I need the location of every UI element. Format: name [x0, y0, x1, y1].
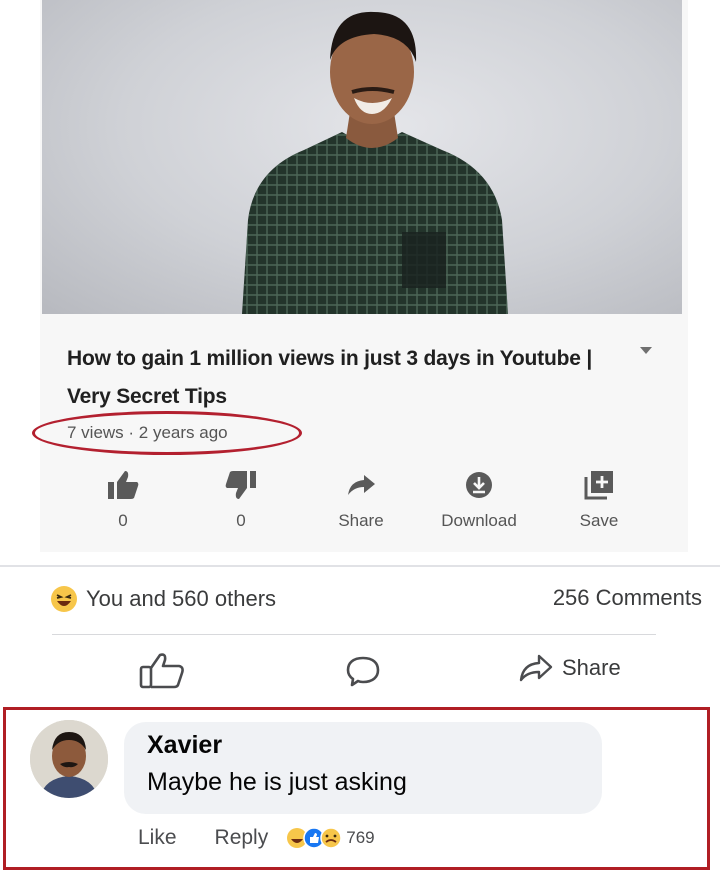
reaction-emojis-icon: [287, 827, 342, 849]
avatar[interactable]: [30, 720, 108, 798]
video-meta: 7 views · 2 years ago: [67, 423, 228, 442]
comment-like-button[interactable]: Like: [138, 826, 177, 850]
video-thumbnail[interactable]: [42, 0, 682, 314]
avatar-portrait-illustration: [30, 720, 108, 798]
comment-reactions[interactable]: 769: [286, 827, 375, 849]
thumbs-up-icon: [68, 465, 178, 505]
video-action-bar: 0 0 Share Download Save: [40, 465, 688, 545]
post-action-bar: Share: [0, 645, 720, 695]
haha-emoji-icon: [51, 586, 77, 612]
download-icon: [424, 465, 534, 505]
video-title[interactable]: How to gain 1 million views in just 3 da…: [67, 340, 607, 416]
share-label: Share: [338, 511, 384, 530]
comment-reply-button[interactable]: Reply: [215, 826, 269, 850]
save-button[interactable]: Save: [544, 465, 654, 531]
like-outline-icon: [139, 653, 184, 689]
dislike-count: 0: [236, 511, 246, 530]
comment-reaction-count: 769: [346, 828, 375, 847]
post-share-button[interactable]: Share: [518, 653, 621, 683]
actions-divider: [52, 634, 656, 635]
like-count: 0: [118, 511, 128, 530]
save-label: Save: [579, 511, 619, 530]
thumbnail-person-illustration: [242, 11, 508, 314]
reactions-summary[interactable]: You and 560 others: [50, 585, 276, 613]
dislike-button[interactable]: 0: [186, 465, 296, 531]
thumbs-down-icon: [186, 465, 296, 505]
comment-author[interactable]: Xavier: [147, 731, 222, 760]
share-outline-icon: [519, 654, 553, 682]
comment-action-row: Like Reply 769: [138, 826, 375, 850]
reactions-text: You and 560 others: [86, 586, 277, 611]
share-arrow-icon: [306, 465, 416, 505]
like-button[interactable]: 0: [68, 465, 178, 531]
post-separator: [0, 565, 720, 567]
comments-count[interactable]: 256 Comments: [553, 585, 702, 611]
post-comment-button[interactable]: [345, 655, 381, 687]
share-button[interactable]: Share: [306, 465, 416, 531]
more-options-icon[interactable]: [640, 347, 652, 354]
download-label: Download: [441, 511, 517, 530]
youtube-video-card: How to gain 1 million views in just 3 da…: [32, 0, 688, 552]
share-label: Share: [562, 655, 621, 680]
download-button[interactable]: Download: [424, 465, 534, 531]
save-playlist-icon: [544, 465, 654, 505]
comment-text: Maybe he is just asking: [147, 768, 407, 796]
comment-bubble-icon: [346, 656, 380, 687]
post-like-button[interactable]: [138, 650, 188, 690]
